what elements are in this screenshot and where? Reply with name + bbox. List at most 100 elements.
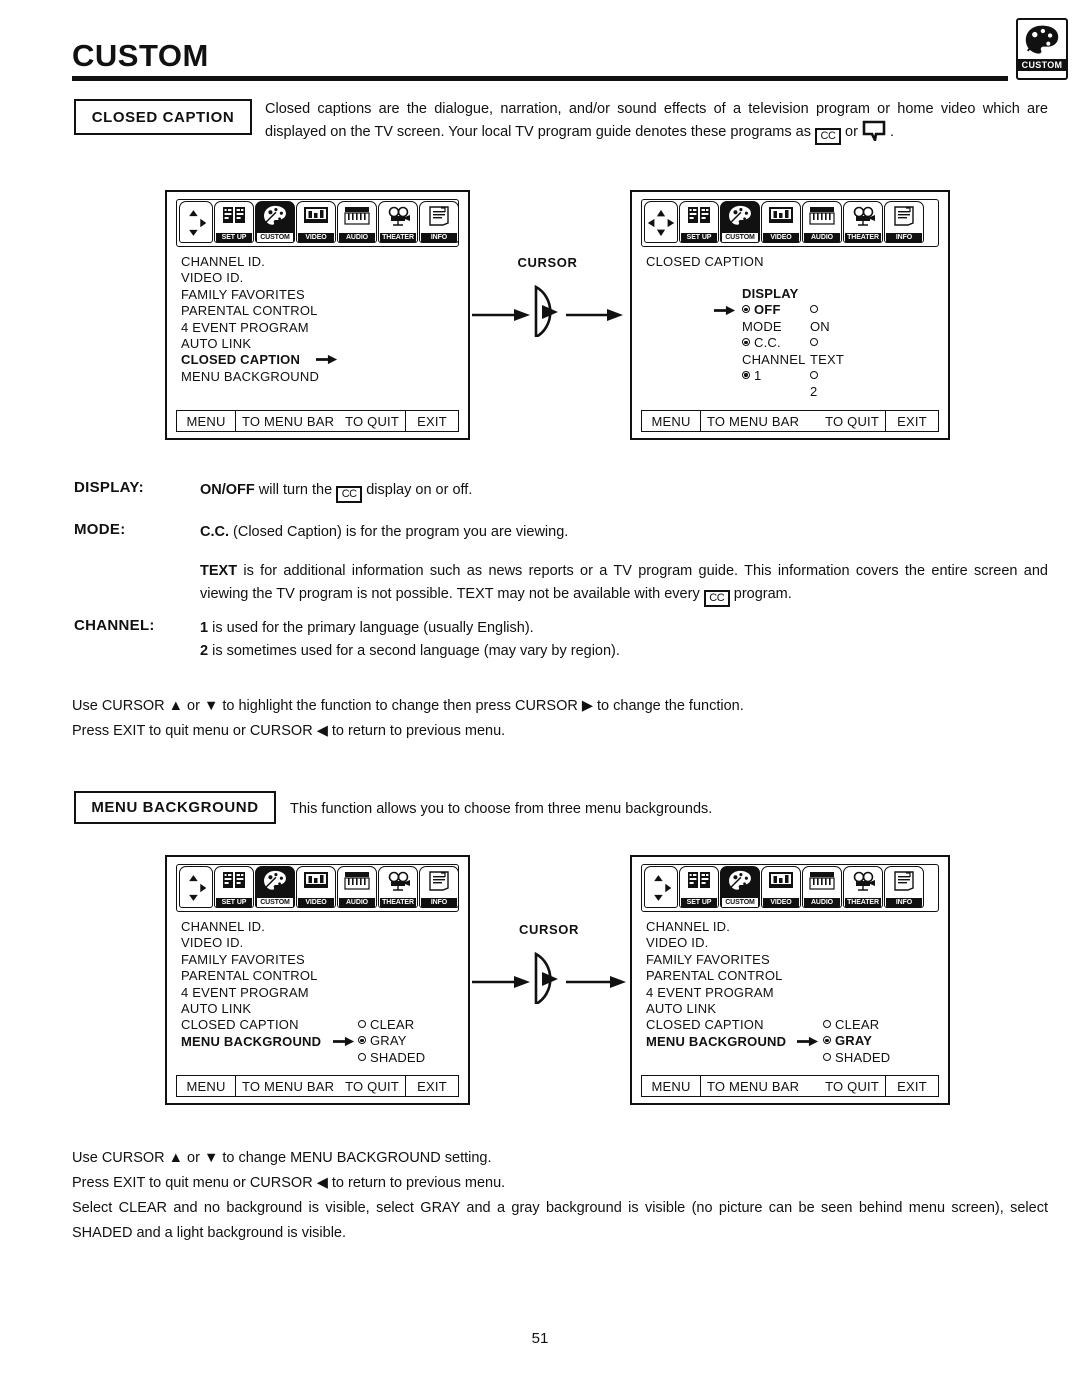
menu-item[interactable]: 4 EVENT PROGRAM — [646, 985, 938, 1001]
manual-page: CUSTOM CUSTOM CLOSED CAPTION Closed capt… — [0, 0, 1080, 1399]
audio-icon — [344, 869, 370, 892]
menu-item[interactable]: CHANNEL ID. — [181, 919, 458, 935]
cursor-right-press-icon — [472, 284, 623, 337]
footer-exit-key[interactable]: EXIT — [406, 1076, 458, 1096]
menubar-label-custom: CUSTOM — [257, 233, 293, 242]
theater-icon — [850, 869, 876, 892]
menu-item[interactable]: CLOSED CAPTION — [646, 1017, 938, 1033]
option-gray[interactable]: GRAY — [358, 1033, 425, 1049]
option-gray[interactable]: GRAY — [797, 1033, 890, 1049]
menubar-item-theater[interactable]: THEATER — [843, 866, 883, 908]
menu-item[interactable]: FAMILY FAVORITES — [646, 952, 938, 968]
menubar-label-video: VIDEO — [298, 898, 334, 907]
menu-item[interactable]: FAMILY FAVORITES — [181, 287, 458, 303]
footer-exit-key[interactable]: EXIT — [886, 1076, 938, 1096]
footer-exit-key[interactable]: EXIT — [886, 411, 938, 431]
radio-on-icon — [742, 371, 750, 379]
menubar-label-audio: AUDIO — [339, 233, 375, 242]
menu-item[interactable]: PARENTAL CONTROL — [181, 303, 458, 319]
menubar-item-video[interactable]: VIDEO — [761, 866, 801, 908]
tv-screen2-footer: MENU TO MENU BAR TO QUIT EXIT — [641, 410, 939, 432]
selection-arrow-icon — [797, 1037, 819, 1047]
menubar-item-custom[interactable]: CUSTOM — [720, 201, 760, 243]
menubar-item-theater[interactable]: THEATER — [378, 201, 418, 243]
menu-item[interactable]: AUTO LINK — [646, 1001, 938, 1017]
video-icon — [303, 869, 329, 892]
footer-menu-key[interactable]: MENU — [177, 411, 236, 431]
menu-item[interactable]: FAMILY FAVORITES — [181, 952, 458, 968]
tv-screen4-footer: MENU TO MENU BAR TO QUIT EXIT — [641, 1075, 939, 1097]
footer-menu-key[interactable]: MENU — [177, 1076, 236, 1096]
footer-menu-hint: TO MENU BAR TO QUIT — [701, 411, 886, 431]
menubar-item-info[interactable]: INFO — [419, 201, 459, 243]
menu-item[interactable]: MENU BACKGROUND — [181, 369, 458, 385]
option-mode-cc[interactable]: C.C. — [742, 335, 781, 350]
menubar-item-setup[interactable]: SET UP — [679, 201, 719, 243]
menu-item[interactable]: AUTO LINK — [181, 1001, 458, 1017]
menubar-label-setup: SET UP — [681, 233, 717, 242]
footer-exit-key[interactable]: EXIT — [406, 411, 458, 431]
radio-off-icon — [358, 1052, 366, 1061]
menubar-item-theater[interactable]: THEATER — [843, 201, 883, 243]
menu-item[interactable]: PARENTAL CONTROL — [646, 968, 938, 984]
menubar-item-audio[interactable]: AUDIO — [802, 866, 842, 908]
palette-icon — [728, 204, 752, 227]
menubar-item-audio[interactable]: AUDIO — [337, 201, 377, 243]
custom-brand-icon: CUSTOM — [1016, 18, 1068, 80]
footer-menu-key[interactable]: MENU — [642, 1076, 701, 1096]
menubar-item-info[interactable]: INFO — [884, 866, 924, 908]
cc-icon: CC — [336, 486, 363, 503]
menu-item[interactable]: VIDEO ID. — [181, 270, 458, 286]
menu-item[interactable]: AUTO LINK — [181, 336, 458, 352]
menubar-label-info: INFO — [421, 233, 457, 242]
menubar-item-video[interactable]: VIDEO — [761, 201, 801, 243]
cc-icon: CC — [703, 590, 730, 607]
menubar-item-custom[interactable]: CUSTOM — [720, 866, 760, 908]
menubar-item-custom[interactable]: CUSTOM — [255, 201, 295, 243]
option-shaded[interactable]: SHADED — [358, 1050, 425, 1066]
radio-off-icon — [810, 371, 818, 379]
menu-item-selected[interactable]: CLOSED CAPTION — [181, 352, 458, 368]
radio-off-icon — [358, 1020, 366, 1028]
instruction-line: Use CURSOR ▲ or ▼ to change MENU BACKGRO… — [72, 1150, 492, 1166]
instruction-line: Press EXIT to quit menu or CURSOR ◀ to r… — [72, 1175, 506, 1191]
option-channel-2[interactable]: 2 — [810, 368, 822, 401]
menubar-item-info[interactable]: INFO — [419, 866, 459, 908]
mode-option-row: C.C. TEXT — [742, 335, 844, 367]
menu-item[interactable]: VIDEO ID. — [181, 935, 458, 951]
option-clear[interactable]: CLEAR — [823, 1017, 890, 1033]
menubar-item-info[interactable]: INFO — [884, 201, 924, 243]
menu-item[interactable]: PARENTAL CONTROL — [181, 968, 458, 984]
menubar-item-setup[interactable]: SET UP — [679, 866, 719, 908]
menubar-item-setup[interactable]: SET UP — [214, 201, 254, 243]
menubar-label-audio: AUDIO — [339, 898, 375, 907]
option-shaded[interactable]: SHADED — [823, 1050, 890, 1066]
menu-item[interactable]: 4 EVENT PROGRAM — [181, 985, 458, 1001]
radio-on-icon — [742, 305, 750, 314]
menubar-item-custom[interactable]: CUSTOM — [255, 866, 295, 908]
option-display-on[interactable]: ON — [810, 302, 830, 335]
footer-menu-key[interactable]: MENU — [642, 411, 701, 431]
menubar-item-audio[interactable]: AUDIO — [337, 866, 377, 908]
page-title: CUSTOM — [72, 38, 209, 73]
info-icon — [428, 869, 450, 892]
menu-item[interactable]: CHANNEL ID. — [181, 254, 458, 270]
menu-item-selected[interactable]: MENU BACKGROUND — [646, 1034, 938, 1050]
menubar-item-video[interactable]: VIDEO — [296, 866, 336, 908]
option-channel-1[interactable]: 1 — [742, 368, 761, 383]
option-mode-text[interactable]: TEXT — [810, 335, 844, 368]
menu-item[interactable]: VIDEO ID. — [646, 935, 938, 951]
video-icon — [768, 869, 794, 892]
menubar-item-audio[interactable]: AUDIO — [802, 201, 842, 243]
instruction-line: Press EXIT to quit menu or CURSOR ◀ to r… — [72, 723, 506, 739]
menubar-item-setup[interactable]: SET UP — [214, 866, 254, 908]
menu-item[interactable]: 4 EVENT PROGRAM — [181, 320, 458, 336]
title-underline — [72, 76, 1008, 81]
footer-menu-hint: TO MENU BAR TO QUIT — [701, 1076, 886, 1096]
menubar-item-video[interactable]: VIDEO — [296, 201, 336, 243]
menu-item[interactable]: CHANNEL ID. — [646, 919, 938, 935]
menubar-item-theater[interactable]: THEATER — [378, 866, 418, 908]
option-display-off[interactable]: OFF — [742, 302, 781, 317]
option-clear[interactable]: CLEAR — [358, 1017, 425, 1033]
info-icon — [428, 204, 450, 227]
